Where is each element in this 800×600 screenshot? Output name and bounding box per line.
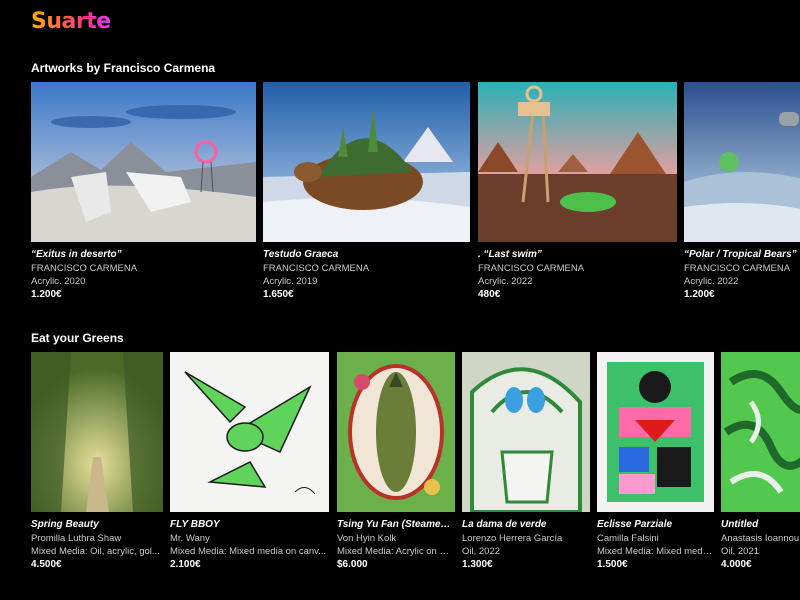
- artwork-medium: Mixed Media: Mixed media on canv...: [170, 546, 327, 557]
- artist-name[interactable]: Mr. Wany: [170, 532, 329, 545]
- artwork-card[interactable]: Eclisse Parziale Camilla Falsini Mixed M…: [597, 352, 714, 572]
- artwork-medium: Mixed Media: Acrylic on Vi...: [337, 546, 455, 557]
- artwork-card[interactable]: . “Last swim” FRANCISCO CARMENA Acrylic.…: [478, 82, 677, 302]
- artwork-price: 1.650€: [263, 289, 294, 300]
- artwork-medium: Acrylic. 2020: [31, 276, 86, 287]
- artist-name[interactable]: FRANCISCO CARMENA: [263, 262, 470, 275]
- artist-name[interactable]: Von Hyin Kolk: [337, 532, 455, 545]
- artwork-title[interactable]: “Polar / Tropical Bears”: [684, 248, 800, 262]
- artist-name[interactable]: Promilla Luthra Shaw: [31, 532, 163, 545]
- artwork-title[interactable]: FLY BBOY: [170, 518, 329, 532]
- artwork-image[interactable]: [684, 82, 800, 242]
- artwork-image[interactable]: [31, 82, 256, 242]
- artwork-title[interactable]: Tsing Yu Fan (Steamed Fi...: [337, 518, 455, 532]
- artwork-card[interactable]: FLY BBOY Mr. Wany Mixed Media: Mixed med…: [170, 352, 329, 572]
- artwork-image[interactable]: [337, 352, 455, 512]
- artist-name[interactable]: Anastasis Ioannou: [721, 532, 800, 545]
- greens-artworks-row: Spring Beauty Promilla Luthra Shaw Mixed…: [0, 352, 800, 577]
- artwork-card[interactable]: La dama de verde Lorenzo Herrera García …: [462, 352, 590, 572]
- artwork-title[interactable]: La dama de verde: [462, 518, 590, 532]
- artist-name[interactable]: FRANCISCO CARMENA: [31, 262, 256, 275]
- artwork-card[interactable]: “Exitus in deserto” FRANCISCO CARMENA Ac…: [31, 82, 256, 302]
- artwork-card[interactable]: Testudo Graeca FRANCISCO CARMENA Acrylic…: [263, 82, 470, 302]
- artwork-image[interactable]: [721, 352, 800, 512]
- artwork-medium: Oil, 2022: [462, 546, 501, 557]
- artwork-title[interactable]: Eclisse Parziale: [597, 518, 714, 532]
- artwork-image[interactable]: [170, 352, 329, 512]
- artwork-medium: Mixed Media: Mixed media...: [597, 546, 714, 557]
- artwork-medium: Acrylic. 2022: [478, 276, 533, 287]
- artwork-price: 1.200€: [31, 289, 62, 300]
- section-title-carmena: Artworks by Francisco Carmena: [31, 61, 216, 75]
- artist-name[interactable]: Lorenzo Herrera García: [462, 532, 590, 545]
- section-title-eat-your-greens: Eat your Greens: [31, 331, 124, 345]
- artwork-card[interactable]: Untitled Anastasis Ioannou Oil, 2021 4.0…: [721, 352, 800, 572]
- artwork-image[interactable]: [462, 352, 590, 512]
- artwork-title[interactable]: Spring Beauty: [31, 518, 163, 532]
- artwork-image[interactable]: [597, 352, 714, 512]
- artwork-medium: Oil, 2021: [721, 546, 760, 557]
- carmena-artworks-row: “Exitus in deserto” FRANCISCO CARMENA Ac…: [0, 82, 800, 302]
- suarte-logo[interactable]: Suarte: [31, 9, 111, 34]
- artwork-card[interactable]: “Polar / Tropical Bears” FRANCISCO CARME…: [684, 82, 800, 302]
- artwork-title[interactable]: . “Last swim”: [478, 248, 677, 262]
- artwork-title[interactable]: Untitled: [721, 518, 800, 532]
- artist-name[interactable]: FRANCISCO CARMENA: [478, 262, 677, 275]
- artwork-medium: Acrylic. 2022: [684, 276, 739, 287]
- artwork-image[interactable]: [478, 82, 677, 242]
- artwork-medium: Acrylic. 2019: [263, 276, 318, 287]
- artwork-title[interactable]: Testudo Graeca: [263, 248, 470, 262]
- artwork-price: 1.300€: [462, 559, 493, 570]
- artwork-title[interactable]: “Exitus in deserto”: [31, 248, 256, 262]
- artwork-card[interactable]: Spring Beauty Promilla Luthra Shaw Mixed…: [31, 352, 163, 572]
- artwork-card[interactable]: Tsing Yu Fan (Steamed Fi... Von Hyin Kol…: [337, 352, 455, 572]
- artist-name[interactable]: FRANCISCO CARMENA: [684, 262, 800, 275]
- artist-name[interactable]: Camilla Falsini: [597, 532, 714, 545]
- artwork-medium: Mixed Media: Oil, acrylic, gol...: [31, 546, 160, 557]
- artwork-image[interactable]: [263, 82, 470, 242]
- artwork-price: 480€: [478, 289, 501, 300]
- artwork-price: 1.200€: [684, 289, 715, 300]
- artwork-price: 2.100€: [170, 559, 201, 570]
- artwork-price: 4.500€: [31, 559, 62, 570]
- artwork-image[interactable]: [31, 352, 163, 512]
- artwork-price: $6.000: [337, 559, 368, 570]
- artwork-price: 4.000€: [721, 559, 752, 570]
- artwork-price: 1.500€: [597, 559, 628, 570]
